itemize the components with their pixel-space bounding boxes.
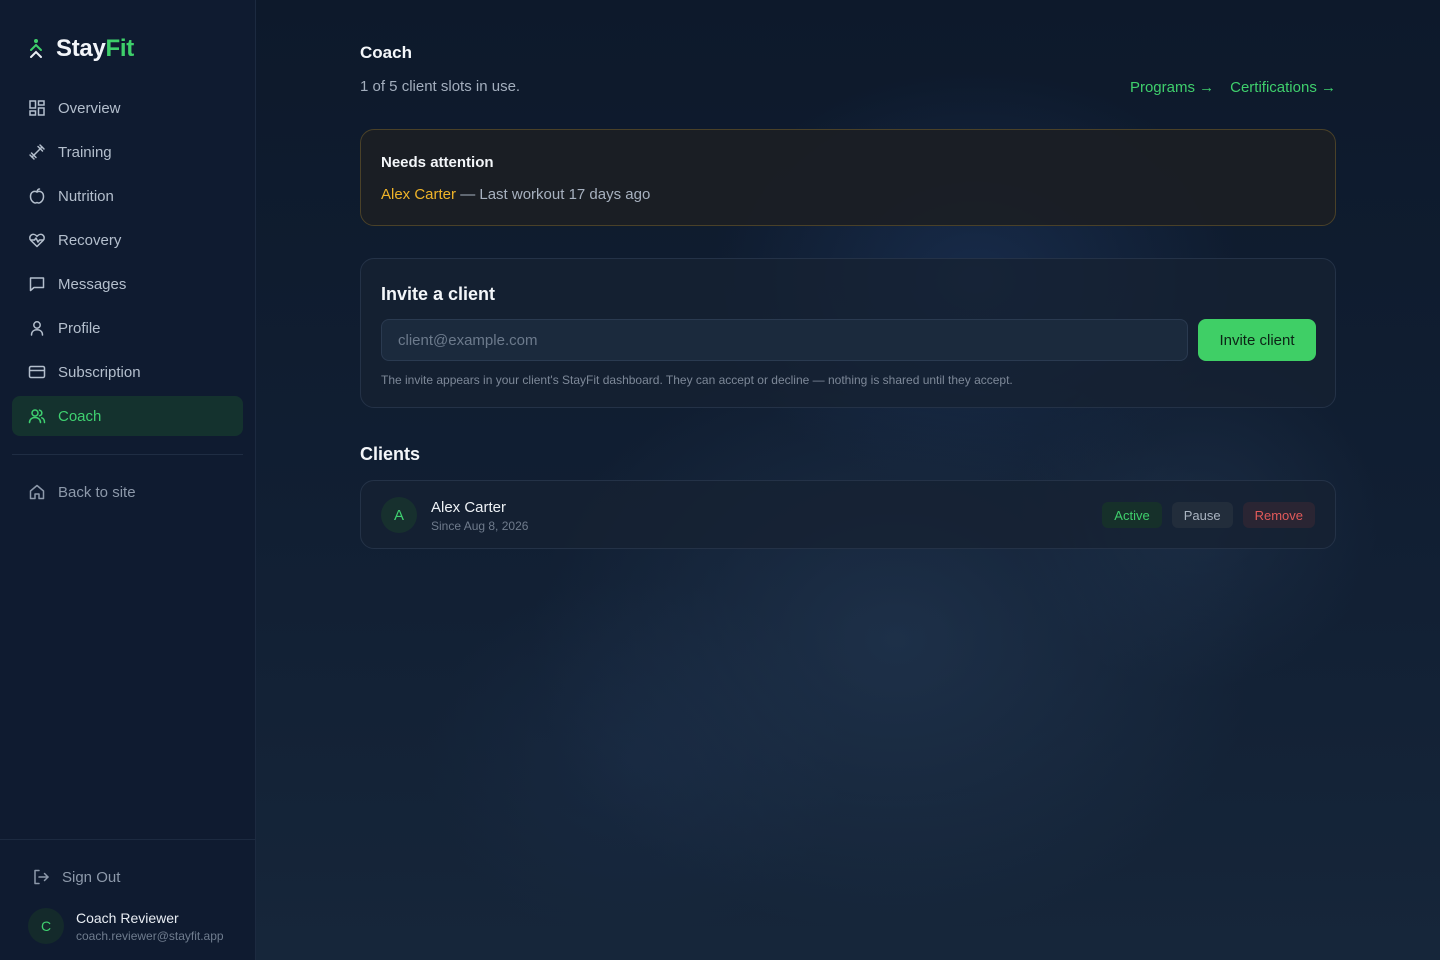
sidebar-item-coach[interactable]: Coach <box>12 396 243 436</box>
sidebar-item-nutrition[interactable]: Nutrition <box>12 176 243 216</box>
user-name: Coach Reviewer <box>76 909 179 926</box>
user-icon <box>30 321 44 336</box>
programs-link[interactable]: Programs → <box>1130 79 1214 96</box>
avatar: A <box>381 497 417 533</box>
sidebar-item-overview[interactable]: Overview <box>12 88 243 128</box>
brand-logo[interactable]: StayFit <box>28 34 134 64</box>
invite-title: Invite a client <box>381 284 496 304</box>
sidebar-divider <box>12 454 243 455</box>
back-to-site-label: Back to site <box>58 483 136 501</box>
sidebar-item-training[interactable]: Training <box>12 132 243 172</box>
users-icon <box>28 409 46 424</box>
sidebar-item-recovery[interactable]: Recovery <box>12 220 243 260</box>
status-badge: Active <box>1102 502 1162 528</box>
sidebar-item-label: Recovery <box>58 231 122 249</box>
stayfit-logo-icon <box>30 39 42 58</box>
client-slots-text: 1 of 5 client slots in use. <box>360 78 521 95</box>
brand-name: StayFit <box>56 35 134 62</box>
invite-client-button[interactable]: Invite client <box>1198 319 1316 361</box>
sign-out-label: Sign Out <box>62 868 121 886</box>
back-to-site-link[interactable]: Back to site <box>12 472 243 512</box>
attention-detail: — Last workout 17 days ago <box>456 186 651 203</box>
message-icon <box>29 277 45 292</box>
apple-icon <box>29 188 45 204</box>
invite-email-input[interactable] <box>381 319 1188 361</box>
client-name: Alex Carter <box>431 499 507 516</box>
page-title: Coach <box>360 43 412 62</box>
sidebar-item-profile[interactable]: Profile <box>12 308 243 348</box>
sidebar-footer-divider <box>0 839 255 840</box>
attention-item: Alex Carter — Last workout 17 days ago <box>381 186 650 203</box>
attention-client-name[interactable]: Alex Carter <box>381 186 456 203</box>
user-email: coach.reviewer@stayfit.app <box>76 928 224 943</box>
sidebar-item-label: Training <box>58 143 112 161</box>
sidebar-item-label: Profile <box>58 319 101 337</box>
clients-heading: Clients <box>360 444 421 464</box>
credit-card-icon <box>28 365 46 379</box>
needs-attention-title: Needs attention <box>381 154 494 171</box>
grid-icon <box>29 100 45 116</box>
user-account[interactable]: C Coach Reviewer coach.reviewer@stayfit.… <box>28 908 226 944</box>
dumbbell-icon <box>29 144 45 160</box>
remove-button[interactable]: Remove <box>1242 502 1315 528</box>
table-row: A Alex Carter Since Aug 8, 2026 Active P… <box>360 480 1336 549</box>
sidebar-item-label: Messages <box>58 275 127 293</box>
header-links: Programs → Certifications → <box>1130 79 1336 96</box>
sign-out-icon <box>34 869 49 885</box>
client-actions: Active Pause Remove <box>1102 502 1315 528</box>
needs-attention-card: Needs attention Alex Carter — Last worko… <box>360 129 1336 226</box>
sidebar-item-subscription[interactable]: Subscription <box>12 352 243 392</box>
sign-out-button[interactable]: Sign Out <box>32 864 120 890</box>
sidebar-item-label: Subscription <box>58 363 141 381</box>
invite-note: The invite appears in your client's Stay… <box>381 373 1013 387</box>
client-since: Since Aug 8, 2026 <box>431 519 529 533</box>
sidebar-item-label: Coach <box>58 407 102 425</box>
pause-button[interactable]: Pause <box>1171 502 1233 528</box>
heart-pulse-icon <box>29 233 45 248</box>
sidebar-nav: Overview Training Nutrition Recovery Mes… <box>12 88 243 440</box>
home-icon <box>29 484 45 500</box>
certifications-link[interactable]: Certifications → <box>1230 79 1336 96</box>
sidebar-item-messages[interactable]: Messages <box>12 264 243 304</box>
invite-client-card: Invite a client Invite client The invite… <box>360 258 1336 408</box>
sidebar-item-label: Overview <box>58 99 121 117</box>
avatar: C <box>28 908 64 944</box>
sidebar: StayFit Overview Training Nutrition Reco… <box>0 0 256 960</box>
sidebar-item-label: Nutrition <box>58 187 114 205</box>
